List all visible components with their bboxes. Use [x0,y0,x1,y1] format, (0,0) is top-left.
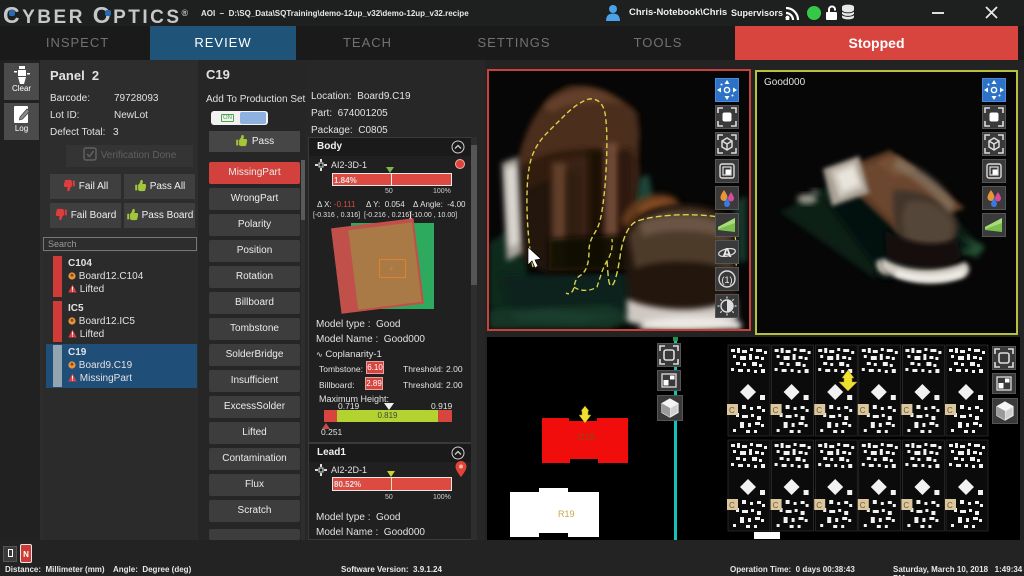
svg-text:A: A [722,245,732,260]
svg-text:(1): (1) [722,275,733,285]
svg-text:R19: R19 [558,509,575,519]
svg-text:C19: C19 [578,432,595,442]
